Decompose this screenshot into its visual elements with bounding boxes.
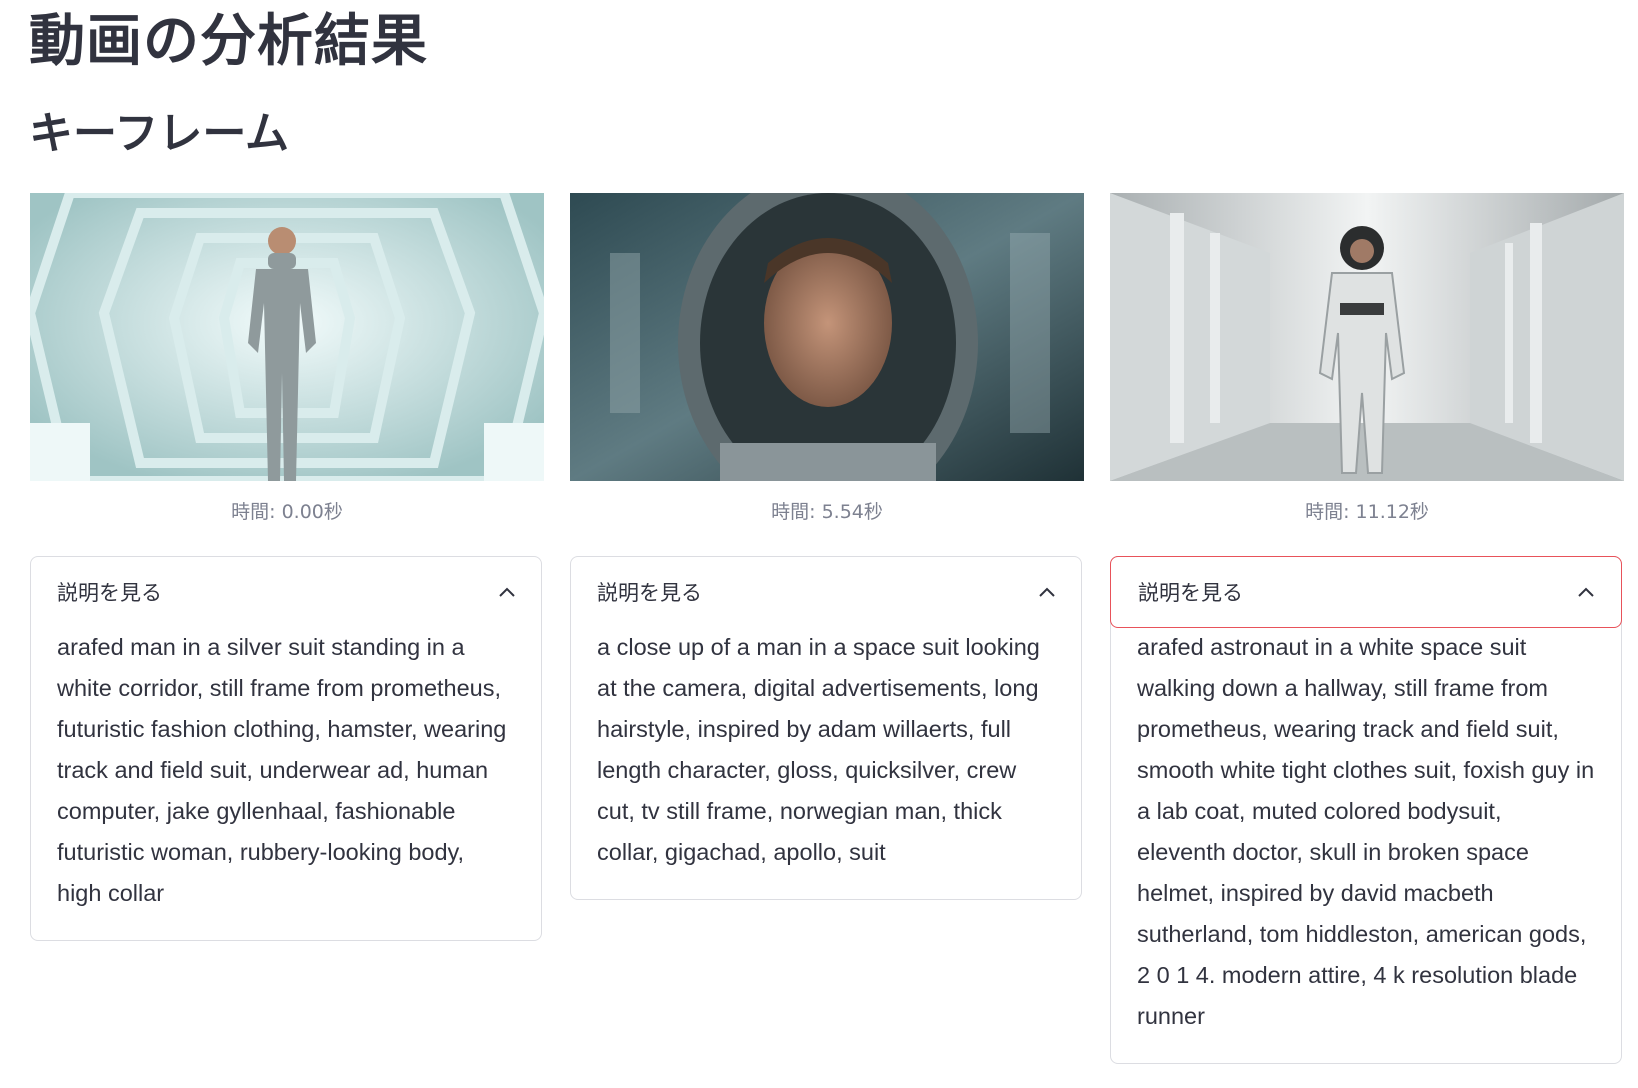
expander-toggle[interactable]: 説明を見る: [1110, 556, 1622, 628]
expander-content: a close up of a man in a space suit look…: [571, 627, 1081, 899]
keyframe-column-2: 時間: 5.54秒 説明を見る a close up of a man in a…: [570, 193, 1084, 900]
chevron-up-icon: [1037, 582, 1057, 602]
keyframe-time-caption: 時間: 11.12秒: [1305, 501, 1429, 523]
description-expander: 説明を見る a close up of a man in a space sui…: [570, 556, 1082, 900]
expander-toggle[interactable]: 説明を見る: [571, 557, 1081, 627]
keyframe-time-caption: 時間: 5.54秒: [771, 501, 883, 523]
expander-content: arafed astronaut in a white space suit w…: [1111, 627, 1621, 1063]
expander-label: 説明を見る: [1138, 581, 1243, 605]
keyframe-image-3: [1110, 193, 1624, 481]
keyframe-description: a close up of a man in a space suit look…: [597, 634, 1040, 865]
section-title-keyframes: キーフレーム: [29, 108, 290, 159]
keyframe-description: arafed man in a silver suit standing in …: [57, 634, 507, 906]
expander-label: 説明を見る: [57, 581, 162, 605]
page-title: 動画の分析結果: [29, 9, 428, 74]
expander-label: 説明を見る: [597, 581, 702, 605]
description-expander: 説明を見る arafed astronaut in a white space …: [1110, 556, 1622, 1064]
keyframe-description: arafed astronaut in a white space suit w…: [1137, 634, 1595, 1029]
expander-content: arafed man in a silver suit standing in …: [31, 627, 541, 940]
chevron-up-icon: [1576, 582, 1596, 602]
keyframe-image-1: [30, 193, 544, 481]
keyframe-time-caption: 時間: 0.00秒: [231, 501, 343, 523]
chevron-up-icon: [497, 582, 517, 602]
keyframe-column-3: 時間: 11.12秒 説明を見る arafed astronaut in a w…: [1110, 193, 1624, 1064]
keyframe-column-1: 時間: 0.00秒 説明を見る arafed man in a silver s…: [30, 193, 544, 941]
description-expander: 説明を見る arafed man in a silver suit standi…: [30, 556, 542, 941]
keyframe-image-2: [570, 193, 1084, 481]
expander-toggle[interactable]: 説明を見る: [31, 557, 541, 627]
